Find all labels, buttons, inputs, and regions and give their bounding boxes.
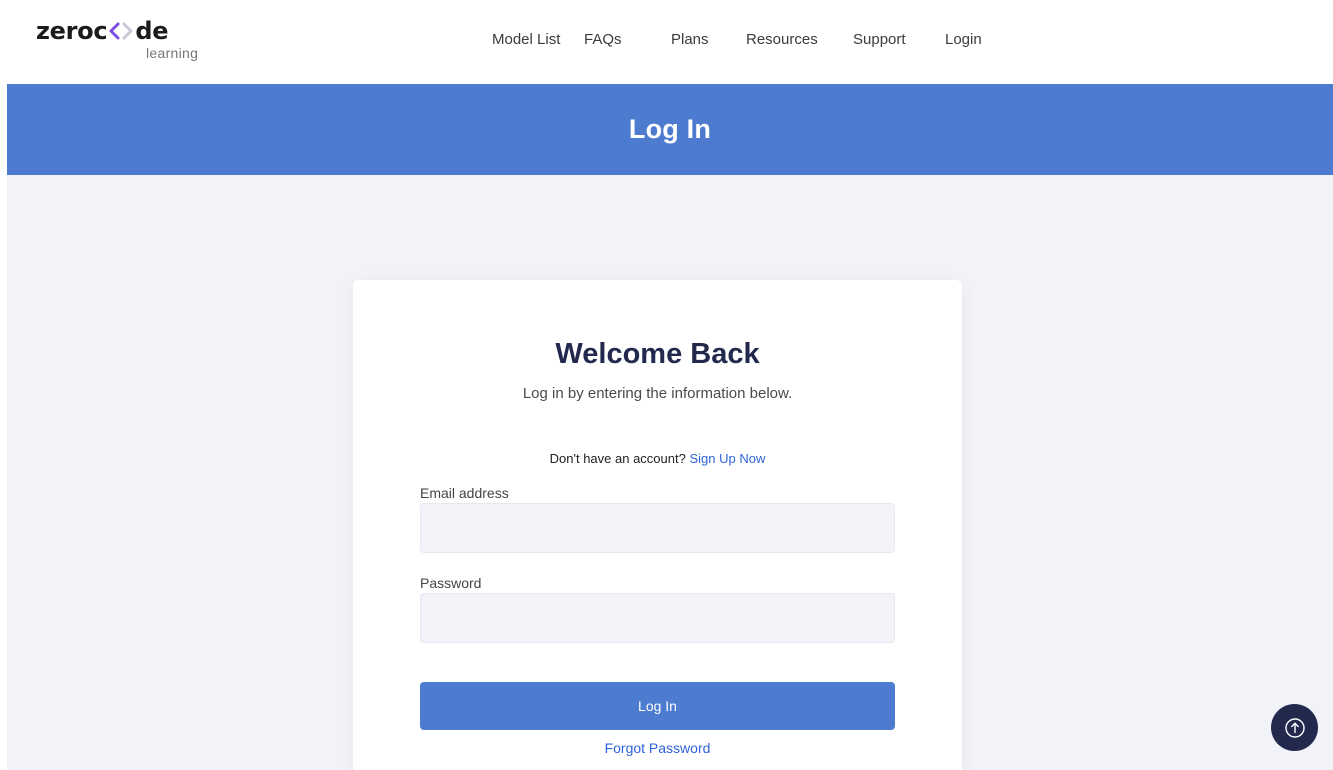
forgot-password-link[interactable]: Forgot Password (353, 740, 962, 756)
logo-subtext: learning (146, 45, 199, 61)
scroll-to-top-button[interactable] (1271, 704, 1318, 751)
logo-text-start: zeroc (36, 17, 108, 45)
site-header: zeroc de learning Model List FAQs Plans … (0, 0, 1333, 84)
email-label: Email address (420, 485, 509, 501)
nav-resources[interactable]: Resources (746, 30, 853, 50)
arrow-up-circle-icon (1284, 717, 1305, 738)
signup-prompt: Don't have an account? Sign Up Now (353, 451, 962, 466)
nav-login[interactable]: Login (945, 30, 982, 50)
login-card: Welcome Back Log in by entering the info… (353, 280, 962, 770)
nav-plans[interactable]: Plans (671, 30, 746, 50)
password-label: Password (420, 575, 482, 591)
logo-text-end: de (135, 17, 169, 45)
signup-prompt-text: Don't have an account? (549, 451, 686, 466)
page-banner: Log In (7, 84, 1333, 175)
nav-faqs[interactable]: FAQs (584, 30, 671, 50)
login-button[interactable]: Log In (420, 682, 895, 730)
nav-support[interactable]: Support (853, 30, 945, 50)
card-title: Welcome Back (555, 338, 760, 370)
card-subtitle: Log in by entering the information below… (522, 385, 793, 402)
email-field[interactable] (420, 503, 895, 553)
logo-wordmark: zeroc de (36, 15, 168, 47)
page-title: Log In (628, 114, 712, 144)
signup-link[interactable]: Sign Up Now (689, 451, 765, 466)
code-brackets-icon (109, 22, 133, 40)
nav-model-list[interactable]: Model List (492, 30, 584, 50)
main-nav: Model List FAQs Plans Resources Support … (492, 30, 982, 50)
logo[interactable]: zeroc de learning (36, 15, 199, 65)
password-field[interactable] (420, 593, 895, 643)
